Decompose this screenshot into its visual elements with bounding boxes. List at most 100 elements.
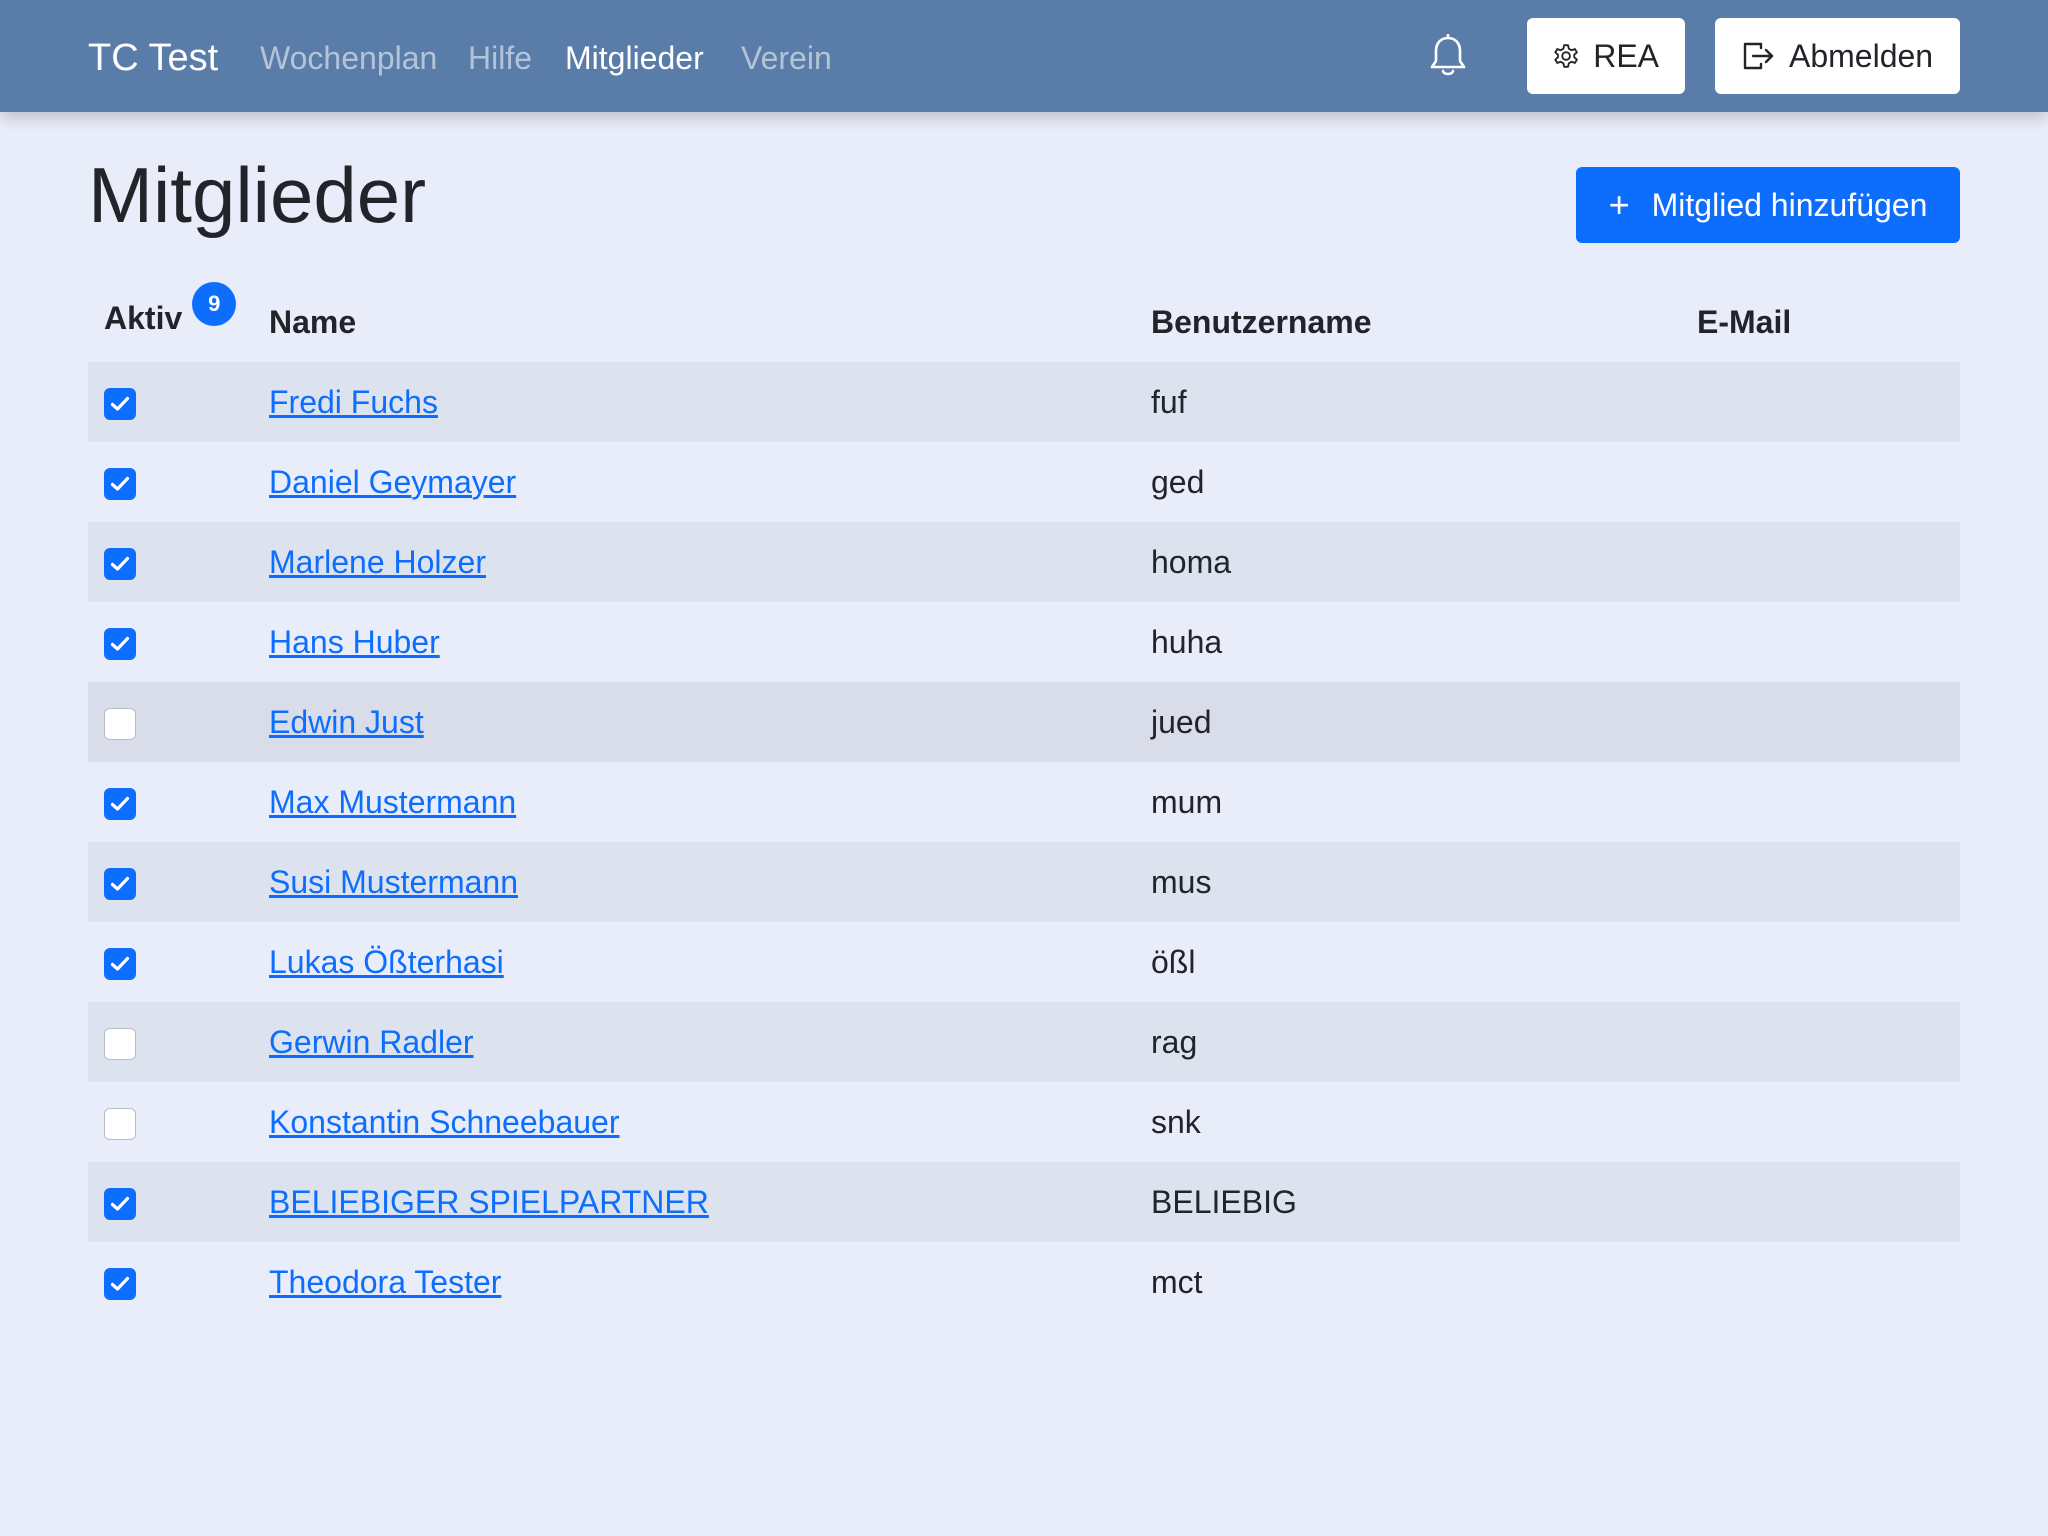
table-row: Konstantin Schneebauer snk xyxy=(88,1082,1960,1162)
cell-email xyxy=(1681,362,1960,442)
cell-username: ged xyxy=(1151,463,1205,500)
table-row: Max Mustermann mum xyxy=(88,762,1960,842)
cell-username: BELIEBIG xyxy=(1135,1162,1681,1242)
gear-icon xyxy=(1554,44,1578,68)
cell-active xyxy=(88,602,253,682)
table-row: Daniel Geymayer ged xyxy=(88,442,1960,522)
active-checkbox[interactable] xyxy=(104,1108,136,1141)
cell-name: Susi Mustermann xyxy=(253,842,1135,922)
active-checkbox[interactable] xyxy=(104,548,136,581)
active-checkbox[interactable] xyxy=(104,1268,136,1301)
member-name-link[interactable]: Susi Mustermann xyxy=(269,864,518,900)
header-name[interactable]: Name xyxy=(253,282,1135,362)
cell-username: huha xyxy=(1151,623,1223,660)
table-row: Lukas Ößterhasi ößl xyxy=(88,922,1960,1002)
cell-active xyxy=(88,362,253,442)
member-name-link[interactable]: Theodora Tester xyxy=(269,1264,501,1300)
check-icon xyxy=(110,796,130,811)
check-icon xyxy=(110,1276,130,1291)
member-name-link[interactable]: Konstantin Schneebauer xyxy=(269,1104,619,1140)
active-checkbox[interactable] xyxy=(104,1188,136,1221)
add-member-label: Mitglied hinzufügen xyxy=(1651,186,1928,223)
check-icon xyxy=(110,476,130,491)
cell-username: mum xyxy=(1151,783,1223,820)
plus-icon: + xyxy=(1608,184,1630,225)
check-icon xyxy=(110,396,130,411)
cell-email xyxy=(1681,762,1960,842)
header-email[interactable]: E-Mail xyxy=(1681,282,1960,362)
active-checkbox[interactable] xyxy=(104,628,136,661)
cell-email xyxy=(1681,1242,1960,1322)
cell-active xyxy=(88,1082,253,1162)
member-name-link[interactable]: Max Mustermann xyxy=(269,784,516,820)
cell-name: Daniel Geymayer xyxy=(253,442,1135,522)
active-checkbox[interactable] xyxy=(104,1028,136,1061)
logout-button[interactable]: Abmelden xyxy=(1715,18,1960,94)
cell-active xyxy=(88,1242,253,1322)
active-count-badge: 9 xyxy=(192,282,237,326)
cell-name: Theodora Tester xyxy=(253,1242,1135,1322)
cell-email xyxy=(1681,922,1960,1002)
cell-username: snk xyxy=(1151,1103,1201,1140)
table-row: Hans Huber huha xyxy=(88,602,1960,682)
logout-label: Abmelden xyxy=(1789,37,1934,74)
active-checkbox[interactable] xyxy=(104,468,136,501)
nav-link-verein[interactable]: Verein xyxy=(741,38,832,78)
member-name-link[interactable]: BELIEBIGER SPIELPARTNER xyxy=(269,1184,709,1220)
cell-active xyxy=(88,762,253,842)
member-name-link[interactable]: Hans Huber xyxy=(269,624,440,660)
cell-email xyxy=(1681,1002,1960,1082)
settings-label: REA xyxy=(1593,37,1659,74)
cell-username: mct xyxy=(1151,1263,1203,1300)
cell-email xyxy=(1681,602,1960,682)
check-icon xyxy=(110,876,130,891)
table-row: Gerwin Radler rag xyxy=(88,1002,1960,1082)
active-checkbox[interactable] xyxy=(104,708,136,741)
member-name-link[interactable]: Fredi Fuchs xyxy=(269,384,438,420)
bell-icon[interactable] xyxy=(1428,33,1468,78)
cell-username: fuf xyxy=(1135,362,1681,442)
nav-link-mitglieder[interactable]: Mitglieder xyxy=(565,38,704,78)
cell-active xyxy=(88,522,253,602)
settings-button[interactable]: REA xyxy=(1527,18,1685,94)
nav-link-wochenplan[interactable]: Wochenplan xyxy=(260,38,437,78)
cell-username: rag xyxy=(1135,1002,1681,1082)
member-name-link[interactable]: Marlene Holzer xyxy=(269,544,486,580)
members-table-body: Fredi Fuchs fuf Daniel Geymayer ged Marlene … xyxy=(88,362,1960,1322)
header-active[interactable]: Aktiv 9 xyxy=(88,282,253,362)
nav-link-hilfe[interactable]: Hilfe xyxy=(468,38,532,78)
table-row: Marlene Holzer homa xyxy=(88,522,1960,602)
table-row: Fredi Fuchs fuf xyxy=(88,362,1960,442)
cell-email xyxy=(1681,1162,1960,1242)
header-active-label: Aktiv xyxy=(104,300,183,336)
cell-email xyxy=(1681,1082,1960,1162)
cell-active xyxy=(88,442,253,522)
member-name-link[interactable]: Daniel Geymayer xyxy=(269,464,516,500)
add-member-button[interactable]: + Mitglied hinzufügen xyxy=(1576,167,1960,243)
table-row: Edwin Just jued xyxy=(88,682,1960,762)
member-name-link[interactable]: Edwin Just xyxy=(269,704,424,740)
logout-icon xyxy=(1743,42,1774,70)
cell-name: BELIEBIGER SPIELPARTNER xyxy=(253,1162,1135,1242)
member-name-link[interactable]: Gerwin Radler xyxy=(269,1024,474,1060)
cell-name: Hans Huber xyxy=(253,602,1135,682)
header-username[interactable]: Benutzername xyxy=(1135,282,1681,362)
brand[interactable]: TC Test xyxy=(88,34,218,82)
members-table: Aktiv 9 Name Benutzername E-Mail Fredi Fu… xyxy=(88,282,1960,1322)
cell-email xyxy=(1681,442,1960,522)
check-icon xyxy=(110,556,130,571)
navbar: TC Test Wochenplan Hilfe Mitglieder Vere… xyxy=(0,0,2048,112)
cell-email xyxy=(1681,522,1960,602)
active-checkbox[interactable] xyxy=(104,388,136,421)
active-checkbox[interactable] xyxy=(104,948,136,981)
cell-name: Fredi Fuchs xyxy=(253,362,1135,442)
cell-active xyxy=(88,682,253,762)
cell-name: Lukas Ößterhasi xyxy=(253,922,1135,1002)
cell-name: Edwin Just xyxy=(253,682,1135,762)
active-checkbox[interactable] xyxy=(104,788,136,821)
member-name-link[interactable]: Lukas Ößterhasi xyxy=(269,944,504,980)
table-row: BELIEBIGER SPIELPARTNER BELIEBIG xyxy=(88,1162,1960,1242)
cell-name: Konstantin Schneebauer xyxy=(253,1082,1135,1162)
cell-active xyxy=(88,1002,253,1082)
active-checkbox[interactable] xyxy=(104,868,136,901)
